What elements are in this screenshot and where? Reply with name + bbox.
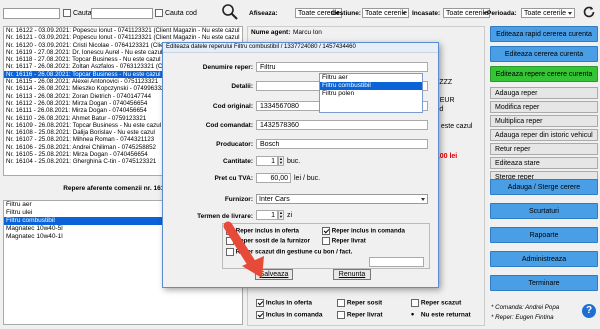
bottom-check-4[interactable]: Reper livrat <box>337 311 383 319</box>
request-row[interactable]: Nr. 16122 - 03.09.2021: Popescu Ionut - … <box>4 27 242 34</box>
main-action-button-2[interactable]: Rapoarte <box>490 227 598 243</box>
filter-label-3: Perioada: <box>487 10 517 17</box>
main-action-button-0[interactable]: Adauga / Sterge cerere <box>490 179 598 195</box>
producator-input[interactable] <box>256 139 428 149</box>
bottom-check-1[interactable]: Reper sosit <box>337 299 382 307</box>
pret-input[interactable] <box>256 173 291 183</box>
top-bar: Cauta Cauta cod Afiseaza: Toate cererile G… <box>0 0 600 24</box>
pret-label: Pret cu TVA: <box>214 175 253 182</box>
bottom-check-0[interactable]: Inclus in oferta <box>256 299 312 307</box>
footer-comanda: * Comanda: Andrei Popa <box>491 304 560 311</box>
search-code-input[interactable] <box>91 8 153 19</box>
denumire-suggestions-list[interactable]: Filtru aer Filtru combustibil Filtru polen <box>319 73 423 113</box>
part-action-button-3[interactable]: Adauga reper din istoric vehicul <box>490 129 598 141</box>
cauta-cod-label: Cauta cod <box>164 9 197 17</box>
nume-agent-label: Nume agent: <box>251 29 291 36</box>
dialog-check-3[interactable]: Reper livrat <box>322 237 366 245</box>
suggestion-item[interactable]: Filtru combustibil <box>320 82 422 90</box>
request-row[interactable]: Nr. 16121 - 03.09.2021: Popescu Ionut - … <box>4 34 242 41</box>
furnizor-select[interactable]: Inter Cars <box>256 194 428 204</box>
part-action-button-4[interactable]: Retur reper <box>490 143 598 155</box>
red-arrow-annotation <box>223 221 264 278</box>
checkbox[interactable] <box>322 227 330 235</box>
part-action-button-0[interactable]: Adauga reper <box>490 87 598 99</box>
dialog-title: Editeaza datele reperului Filtru combust… <box>166 44 356 50</box>
part-action-button-1[interactable]: Modifica reper <box>490 101 598 113</box>
filter-select-2[interactable]: Toate cererile <box>443 8 490 18</box>
footer-reper: * Reper: Eugen Fintina <box>491 314 554 321</box>
nume-agent-value: Marcu Ion <box>293 29 322 36</box>
filter-select-1[interactable]: Toate cererile <box>362 8 409 18</box>
termen-spinner[interactable]: ▲ ▼ <box>278 210 284 220</box>
checkbox[interactable] <box>256 299 264 307</box>
bottom-check-5[interactable]: • Nu este returnat <box>411 310 471 319</box>
filter-label-0: Afiseaza: <box>249 10 278 17</box>
bottom-check-label: Nu este returnat <box>420 311 471 319</box>
cantitate-unit: buc. <box>287 158 301 165</box>
bottom-check-label: Reper scazut <box>420 299 462 307</box>
cauta-cod-checkbox[interactable] <box>155 9 163 17</box>
dialog-check-1[interactable]: Reper inclus in comanda <box>322 227 405 235</box>
edit-request-button-0[interactable]: Editeaza rapid cererea curenta <box>490 26 598 42</box>
help-icon[interactable]: ? <box>582 304 596 318</box>
checkbox[interactable] <box>337 311 345 319</box>
bottom-check-2[interactable]: Reper scazut <box>411 299 461 307</box>
furnizor-label: Furnizor: <box>224 196 253 203</box>
cauta-checkbox-wrap[interactable]: Cauta <box>63 9 92 17</box>
bottom-check-label: Inclus in oferta <box>265 299 313 307</box>
dialog-check-label: Reper livrat <box>331 237 366 245</box>
bon-fact-input[interactable] <box>369 257 424 267</box>
edit-request-button-1[interactable]: Editeaza cererea curenta <box>490 46 598 62</box>
cantitate-spinner[interactable]: ▲ ▼ <box>278 156 284 166</box>
checkbox[interactable] <box>411 299 419 307</box>
cauta-label: Cauta <box>72 9 92 17</box>
cod-original-label: Cod original: <box>212 103 253 110</box>
cantitate-label: Cantitate: <box>223 158 253 165</box>
part-action-button-2[interactable]: Multiplica reper <box>490 115 598 127</box>
bottom-check-3[interactable]: Inclus in comanda <box>256 311 323 319</box>
cod-comandat-input[interactable] <box>256 120 428 130</box>
termen-unit: zi <box>287 212 293 219</box>
search-input[interactable] <box>3 8 60 19</box>
main-action-button-4[interactable]: Terminare <box>490 275 598 291</box>
pret-unit: lei / buc. <box>294 175 321 182</box>
checkbox[interactable] <box>337 299 345 307</box>
edit-part-dialog: Editeaza datele reperului Filtru combust… <box>162 42 439 288</box>
main-action-button-3[interactable]: Administreaza <box>490 251 598 267</box>
refresh-icon[interactable] <box>582 5 596 19</box>
dialog-title-bar: Editeaza datele reperului Filtru combust… <box>163 43 438 53</box>
filter-label-2: Incasate: <box>412 10 441 17</box>
cantitate-input[interactable] <box>256 156 278 166</box>
denumire-input[interactable] <box>256 62 428 72</box>
dialog-check-label: Reper inclus in comanda <box>331 227 405 235</box>
part-action-button-5[interactable]: Editeaza stare <box>490 157 598 169</box>
bottom-check-label: Inclus in comanda <box>265 311 323 319</box>
edit-parts-button[interactable]: Editeaza repere cerere curenta <box>490 66 598 82</box>
search-icon[interactable] <box>221 3 239 21</box>
checkbox[interactable] <box>322 237 330 245</box>
filter-label-1: Gestiune: <box>331 10 361 17</box>
suggestion-item[interactable]: Filtru polen <box>320 90 422 98</box>
suggestion-item[interactable]: Filtru aer <box>320 74 422 82</box>
bottom-check-label: Reper livrat <box>346 311 383 319</box>
cod-comandat-label: Cod comandat: <box>205 122 253 129</box>
detalii-label: Detalii: <box>231 83 253 90</box>
filter-select-3[interactable]: Toate cererile <box>521 8 575 18</box>
bottom-check-label: Reper sosit <box>346 299 383 307</box>
main-action-button-1[interactable]: Scurtaturi <box>490 203 598 219</box>
cancel-button[interactable]: Renunta <box>333 269 371 280</box>
cauta-cod-checkbox-wrap[interactable]: Cauta cod <box>155 9 197 17</box>
checkbox[interactable] <box>256 311 264 319</box>
producator-label: Producator: <box>216 141 253 148</box>
denumire-label: Denumire reper: <box>202 64 253 71</box>
right-button-panel: Editeaza rapid cererea curenta Editeaza c… <box>490 26 598 301</box>
checkbox[interactable]: • <box>411 310 419 319</box>
cauta-checkbox[interactable] <box>63 9 71 17</box>
